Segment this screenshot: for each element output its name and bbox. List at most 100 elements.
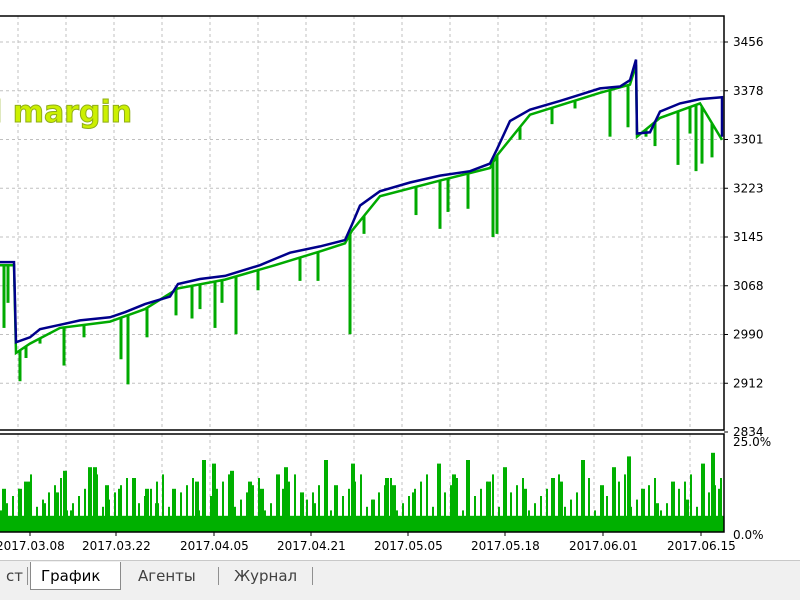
deposit-load-bar <box>264 510 266 532</box>
deposit-load-bar <box>306 499 308 532</box>
deposit-load-bar <box>452 474 456 532</box>
tab-separator <box>218 567 219 585</box>
deposit-load-bar <box>438 499 440 532</box>
deposit-load-bar <box>204 503 206 532</box>
deposit-load-bar <box>246 492 248 532</box>
deposit-load-bar <box>174 499 176 532</box>
y-tick-label: 3301 <box>733 133 764 147</box>
x-tick-label: 2017.06.15 <box>667 539 736 553</box>
deposit-load-bar <box>210 496 212 532</box>
deposit-load-bar <box>138 503 140 532</box>
tab-agents[interactable]: Агенты <box>128 562 214 590</box>
deposit-load-bar <box>216 488 218 532</box>
deposit-load-bar <box>720 478 722 532</box>
deposit-load-bar <box>660 510 662 532</box>
deposit-load-bar <box>486 481 488 532</box>
deposit-load-bar <box>2 488 6 532</box>
deposit-load-bar <box>120 485 122 532</box>
deposit-load-bar <box>408 496 410 532</box>
deposit-load-bar <box>192 478 194 532</box>
deposit-load-bar <box>240 499 242 532</box>
x-tick-label: 2017.06.01 <box>569 539 638 553</box>
deposit-load-bar <box>402 503 404 532</box>
y-tick-label: 3068 <box>733 279 764 293</box>
deposit-load-bar <box>18 488 20 532</box>
deposit-load-bar <box>276 496 278 532</box>
deposit-load-bar <box>324 478 326 532</box>
deposit-load-bar <box>588 478 590 532</box>
deposit-load-bar <box>300 506 302 532</box>
deposit-load-bar <box>78 496 80 532</box>
deposit-load-bar <box>378 492 380 532</box>
deposit-load-bar <box>414 488 416 532</box>
x-tick-label: 2017.04.05 <box>180 539 249 553</box>
deposit-load-bar <box>390 478 392 532</box>
deposit-load-bar <box>510 492 512 532</box>
deposit-load-bar <box>26 481 30 532</box>
deposit-load-bar <box>294 474 296 532</box>
deposit-load-bar <box>144 496 146 532</box>
deposit-load-bar <box>114 492 116 532</box>
deposit-load-bar <box>330 510 332 532</box>
deposit-load-bar <box>678 488 680 532</box>
deposit-load-bar <box>702 499 704 532</box>
deposit-load-bar <box>504 499 506 532</box>
deposit-load-bar <box>366 506 368 532</box>
deposit-load-bar <box>30 474 32 532</box>
deposit-load-bar <box>248 481 252 532</box>
deposit-load-bar <box>654 478 656 532</box>
deposit-load-bar <box>392 485 396 532</box>
deposit-load-bar <box>108 499 110 532</box>
deposit-load-bar <box>342 496 344 532</box>
deposit-load-bar <box>648 485 650 532</box>
y-tick-label: 0.0% <box>733 528 764 542</box>
deposit-load-bar <box>636 499 638 532</box>
deposit-load-bar <box>516 485 518 532</box>
deposit-load-bar <box>564 506 566 532</box>
tab-journal[interactable]: Журнал <box>224 562 308 590</box>
deposit-load-bar <box>372 499 374 532</box>
deposit-load-bar <box>96 474 98 532</box>
deposit-load-bar <box>84 488 86 532</box>
deposit-load-bar <box>552 481 554 532</box>
deposit-load-bar <box>336 503 338 532</box>
deposit-load-bar <box>132 510 134 532</box>
deposit-load-bar <box>480 488 482 532</box>
deposit-load-bar <box>168 506 170 532</box>
deposit-load-bar <box>708 492 710 532</box>
balance-equity-chart: 34563378330132233145306829902912283425.0… <box>0 15 771 553</box>
deposit-load-bar <box>318 485 320 532</box>
deposit-load-bar <box>288 481 290 532</box>
deposit-load-bar <box>198 510 200 532</box>
deposit-load-bar <box>468 503 470 532</box>
tab-separator <box>27 567 28 585</box>
deposit-load-bar <box>576 492 578 532</box>
deposit-load-bar <box>234 506 236 532</box>
x-tick-label: 2017.03.22 <box>82 539 151 553</box>
deposit-load-bar <box>456 478 458 532</box>
deposit-load-bar <box>212 463 216 532</box>
deposit-load-bar <box>12 496 14 532</box>
tab-graph[interactable]: График <box>30 562 121 590</box>
tester-chart-area: 3456 3378 3301 3223 3145 3068 2990 2912 2834 25.0… <box>0 0 800 560</box>
deposit-load-bar <box>618 481 620 532</box>
deposit-load-bar <box>672 496 674 532</box>
deposit-load-bar <box>690 474 692 532</box>
deposit-load-bar <box>396 510 398 532</box>
tab-separator <box>312 567 313 585</box>
deposit-load-bar <box>594 510 596 532</box>
tab-results[interactable]: ст <box>0 562 26 590</box>
deposit-load-bar <box>684 481 686 532</box>
deposit-load-bar <box>546 488 548 532</box>
deposit-load-bar <box>90 481 92 532</box>
y-tick-label: 2912 <box>733 376 764 390</box>
deposit-load-bar <box>36 506 38 532</box>
deposit-load-bar <box>426 474 428 532</box>
deposit-load-bar <box>186 485 188 532</box>
y-tick-label: 3378 <box>733 84 764 98</box>
deposit-load-bar <box>630 506 632 532</box>
deposit-load-bar <box>312 492 314 532</box>
deposit-load-bar <box>612 488 614 532</box>
y-tick-label: 3223 <box>733 181 764 195</box>
deposit-load-bar <box>444 492 446 532</box>
